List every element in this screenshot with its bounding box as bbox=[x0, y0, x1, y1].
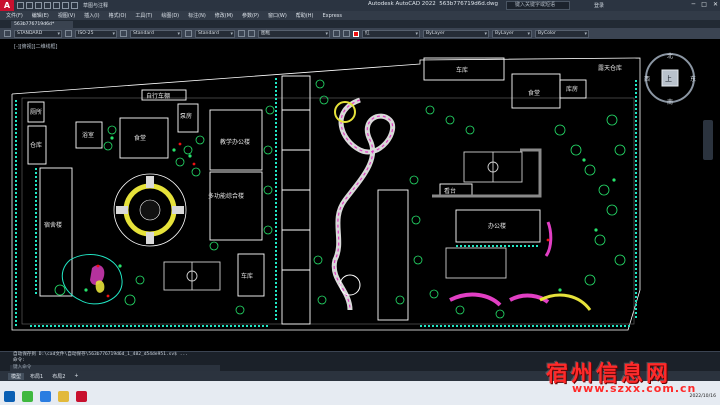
redo-icon[interactable] bbox=[71, 2, 78, 9]
layer-on-icon[interactable] bbox=[248, 30, 255, 37]
building-dorm bbox=[39, 167, 73, 297]
minimize-icon[interactable]: ─ bbox=[692, 1, 696, 8]
menu-file[interactable]: 文件(F) bbox=[6, 12, 23, 19]
table-style-select[interactable]: Standard bbox=[130, 29, 182, 38]
site-plan-drawing: 车库 食堂 库房 露天仓库 厕所 仓库 宿舍楼 浴室 食堂 自行车棚 泵房 教学… bbox=[11, 57, 641, 331]
layer-match-icon[interactable] bbox=[333, 30, 340, 37]
site-watermark-url: www.szxx.com.cn bbox=[572, 382, 697, 395]
label-warehouse-w: 仓库 bbox=[30, 141, 42, 149]
undo-icon[interactable] bbox=[62, 2, 69, 9]
menu-help[interactable]: 帮助(H) bbox=[296, 12, 314, 19]
title-bar: A 草图与注释 Autodesk AutoCAD 2022 563b776719… bbox=[0, 0, 720, 11]
magenta-arc-1 bbox=[449, 292, 502, 307]
quick-access-toolbar: 草图与注释 bbox=[17, 2, 111, 9]
plot-icon[interactable] bbox=[53, 2, 60, 9]
menu-dimension[interactable]: 标注(N) bbox=[188, 12, 206, 19]
compass-west: 西 bbox=[644, 76, 650, 83]
text-style-icon bbox=[4, 30, 11, 37]
label-bike-shed: 自行车棚 bbox=[146, 92, 170, 100]
garden-blob-yellow bbox=[95, 280, 105, 293]
viewport-controls[interactable]: [-][俯视][二维线框] bbox=[14, 43, 58, 50]
drawing-canvas[interactable]: 车库 食堂 库房 露天仓库 厕所 仓库 宿舍楼 浴室 食堂 自行车棚 泵房 教学… bbox=[0, 39, 720, 351]
layer-properties-icon[interactable] bbox=[238, 30, 245, 37]
entry-plaza bbox=[445, 247, 507, 279]
plotstyle-select[interactable]: ByColor bbox=[535, 29, 589, 38]
saveas-icon[interactable] bbox=[44, 2, 51, 9]
label-stage: 看台 bbox=[444, 187, 456, 195]
autocad-taskbar-icon[interactable] bbox=[76, 391, 87, 402]
dim-style-icon bbox=[65, 30, 72, 37]
label-toilet: 厕所 bbox=[30, 108, 42, 116]
menu-express[interactable]: Express bbox=[322, 13, 342, 19]
start-menu-icon[interactable] bbox=[4, 391, 15, 402]
browser-icon[interactable] bbox=[40, 391, 51, 402]
building-long-2 bbox=[377, 189, 409, 321]
window-controls: ─ □ ✕ bbox=[692, 1, 718, 8]
roundabout bbox=[113, 173, 187, 247]
menu-edit[interactable]: 编辑(E) bbox=[32, 12, 49, 19]
site-boundary bbox=[11, 57, 641, 331]
table-style-icon bbox=[120, 30, 127, 37]
label-multi: 多功能综合楼 bbox=[208, 192, 244, 200]
login-button[interactable]: 登录 bbox=[594, 2, 604, 9]
navigation-bar[interactable] bbox=[703, 120, 713, 160]
viewcube-top: 上 bbox=[665, 74, 672, 83]
save-icon[interactable] bbox=[35, 2, 42, 9]
label-class: 教学办公楼 bbox=[220, 138, 250, 146]
open-file-icon[interactable] bbox=[26, 2, 33, 9]
menu-insert[interactable]: 插入(I) bbox=[84, 12, 99, 19]
compass-south: 南 bbox=[667, 98, 673, 106]
menu-parametric[interactable]: 参数(P) bbox=[242, 12, 259, 19]
maximize-icon[interactable]: □ bbox=[701, 1, 707, 8]
mleader-style-icon bbox=[185, 30, 192, 37]
mleader-style-select[interactable]: Standard bbox=[195, 29, 235, 38]
flower-dots bbox=[96, 142, 550, 298]
compass-east: 东 bbox=[690, 75, 696, 83]
building-long-1 bbox=[281, 75, 311, 325]
wechat-icon[interactable] bbox=[22, 391, 33, 402]
add-layout-icon[interactable]: + bbox=[71, 373, 81, 379]
linetype-select[interactable]: ByLayer bbox=[423, 29, 489, 38]
label-pump: 泵房 bbox=[180, 112, 192, 120]
help-search-input[interactable]: 键入关键字或短语 bbox=[506, 1, 570, 10]
label-office: 办公楼 bbox=[488, 222, 506, 230]
layer-previous-icon[interactable] bbox=[343, 30, 350, 37]
menu-tools[interactable]: 工具(T) bbox=[135, 12, 152, 19]
layer-select[interactable]: 图框 bbox=[258, 29, 330, 38]
window-title: Autodesk AutoCAD 2022 563b776719d6d.dwg bbox=[368, 1, 498, 7]
tab-layout1[interactable]: 布局1 bbox=[27, 373, 46, 380]
building-multi bbox=[209, 171, 263, 241]
label-garage-s: 车库 bbox=[241, 272, 253, 280]
label-canteen-w: 食堂 bbox=[134, 134, 146, 142]
label-dorm: 宿舍楼 bbox=[44, 221, 62, 229]
tab-layout2[interactable]: 布局2 bbox=[49, 373, 68, 380]
label-bath: 浴室 bbox=[82, 131, 94, 139]
menu-modify[interactable]: 修改(M) bbox=[215, 12, 233, 19]
menu-bar: 文件(F) 编辑(E) 视图(V) 插入(I) 格式(O) 工具(T) 绘图(D… bbox=[0, 11, 720, 20]
file-explorer-icon[interactable] bbox=[58, 391, 69, 402]
label-open-warehouse: 露天仓库 bbox=[598, 64, 622, 72]
close-icon[interactable]: ✕ bbox=[713, 1, 718, 8]
label-garage-ne: 车库 bbox=[456, 66, 468, 74]
menu-draw[interactable]: 绘图(D) bbox=[161, 12, 179, 19]
document-tab[interactable]: 563b776719d6d* bbox=[11, 21, 73, 28]
label-storehouse: 库房 bbox=[566, 85, 578, 93]
text-style-select[interactable]: STANDARD bbox=[14, 29, 62, 38]
tab-model[interactable]: 模型 bbox=[8, 372, 25, 380]
lineweight-select[interactable]: ByLayer bbox=[492, 29, 532, 38]
compass-north: 北 bbox=[667, 52, 673, 60]
color-select[interactable]: 红 bbox=[362, 29, 420, 38]
menu-view[interactable]: 视图(V) bbox=[58, 12, 75, 19]
document-tab-bar: 563b776719d6d* bbox=[0, 20, 720, 28]
viewcube-compass[interactable]: 上 北 南 东 西 bbox=[640, 48, 700, 108]
new-file-icon[interactable] bbox=[17, 2, 24, 9]
label-canteen-e: 食堂 bbox=[528, 89, 540, 97]
properties-toolbar: STANDARD ISO-25 Standard Standard 图框 红 B… bbox=[0, 28, 720, 39]
dim-style-select[interactable]: ISO-25 bbox=[75, 29, 117, 38]
menu-format[interactable]: 格式(O) bbox=[109, 12, 127, 19]
color-swatch bbox=[353, 30, 359, 37]
workspace-select[interactable]: 草图与注释 bbox=[80, 2, 111, 9]
autocad-logo-icon[interactable]: A bbox=[0, 0, 14, 11]
menu-window[interactable]: 窗口(W) bbox=[268, 12, 287, 19]
